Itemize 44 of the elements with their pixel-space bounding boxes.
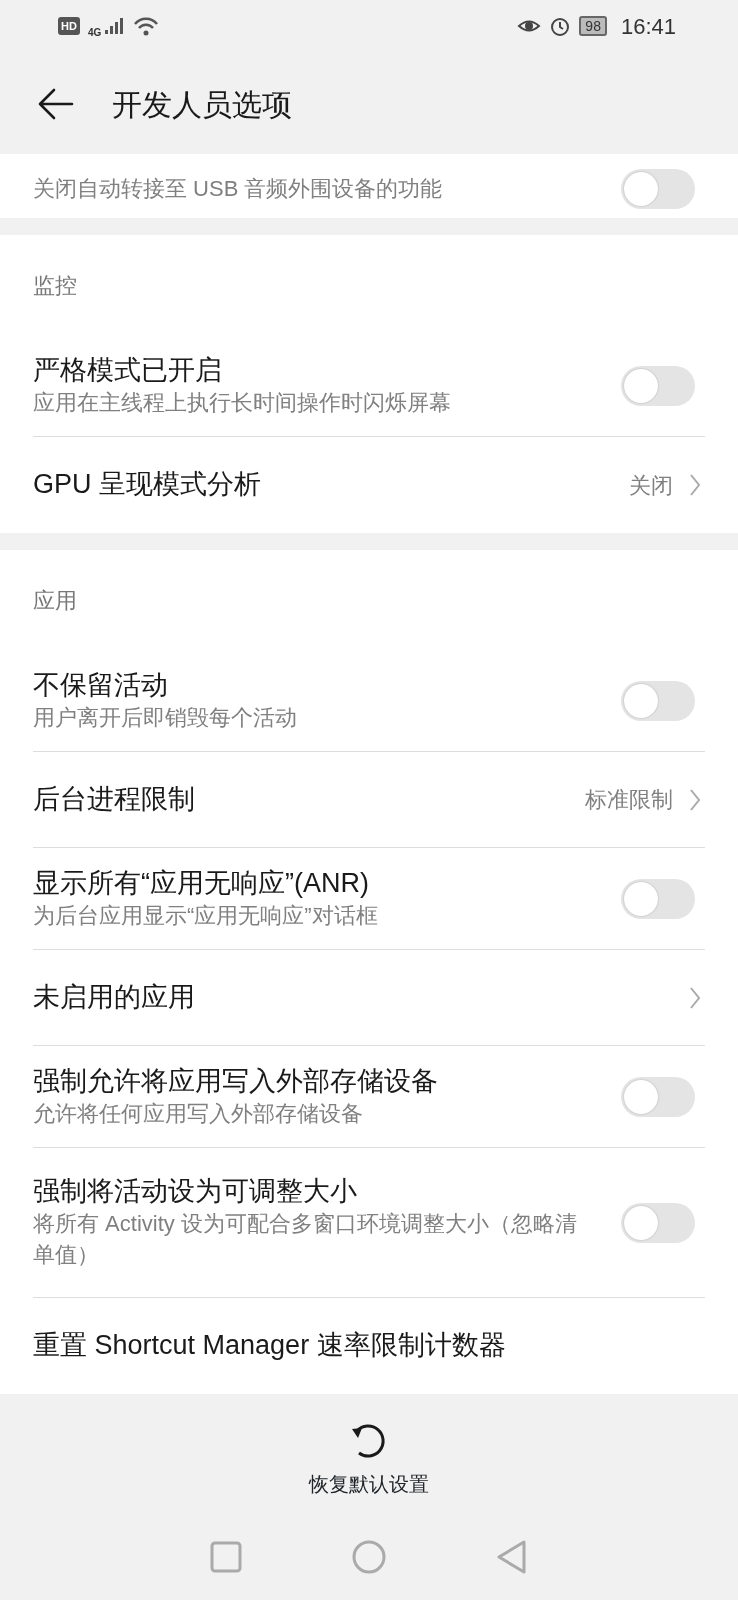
recents-square-icon[interactable] bbox=[210, 1541, 242, 1573]
setting-title: 强制允许将应用写入外部存储设备 bbox=[33, 1064, 439, 1098]
setting-title: GPU 呈现模式分析 bbox=[33, 468, 262, 502]
setting-description: 为后台应用显示“应用无响应”对话框 bbox=[33, 901, 379, 930]
alarm-clock-icon bbox=[549, 15, 572, 37]
setting-title: 强制将活动设为可调整大小 bbox=[33, 1175, 358, 1209]
chevron-right-icon bbox=[689, 985, 701, 1010]
wifi-icon bbox=[133, 16, 160, 36]
clock-time: 16:41 bbox=[620, 12, 676, 41]
setting-description: 将所有 Activity 设为可配合多窗口环境调整大小（忽略清单值） bbox=[33, 1210, 578, 1270]
setting-title: 未启用的应用 bbox=[33, 980, 196, 1014]
setting-title: 严格模式已开启 bbox=[33, 353, 223, 387]
chevron-right-icon bbox=[689, 787, 701, 812]
setting-title: 重置 Shortcut Manager 速率限制计数器 bbox=[33, 1329, 507, 1363]
toggle-switch[interactable] bbox=[621, 878, 695, 919]
toggle-switch[interactable] bbox=[621, 169, 695, 209]
battery-indicator: 98 bbox=[579, 16, 607, 36]
setting-description: 允许将任何应用写入外部存储设备 bbox=[33, 1099, 364, 1128]
setting-description: 关闭自动转接至 USB 音频外围设备的功能 bbox=[33, 174, 444, 203]
back-arrow-icon[interactable] bbox=[36, 86, 74, 122]
setting-title: 显示所有“应用无响应”(ANR) bbox=[33, 866, 370, 900]
toggle-switch[interactable] bbox=[621, 680, 695, 721]
setting-value: 标准限制 bbox=[585, 786, 673, 814]
toggle-switch[interactable] bbox=[621, 1202, 695, 1243]
network-label: 4G bbox=[87, 25, 102, 40]
chevron-right-icon bbox=[689, 473, 701, 497]
home-circle-icon[interactable] bbox=[352, 1540, 386, 1574]
section-heading: 应用 bbox=[32, 586, 78, 615]
toggle-switch[interactable] bbox=[621, 365, 695, 406]
setting-title: 不保留活动 bbox=[33, 668, 169, 702]
setting-title: 后台进程限制 bbox=[33, 782, 196, 816]
section-heading: 监控 bbox=[32, 271, 78, 300]
setting-value: 关闭 bbox=[629, 471, 673, 500]
settings-row[interactable]: 后台进程限制 标准限制 bbox=[33, 752, 705, 848]
restore-defaults-button[interactable]: 恢复默认设置 bbox=[309, 1419, 429, 1499]
settings-row[interactable]: 未启用的应用 bbox=[33, 950, 705, 1046]
setting-description: 用户离开后即销毁每个活动 bbox=[33, 703, 298, 732]
back-triangle-icon[interactable] bbox=[496, 1540, 528, 1574]
hd-badge: HD bbox=[58, 16, 80, 36]
screen-title: 开发人员选项 bbox=[112, 86, 292, 123]
toggle-switch[interactable] bbox=[621, 1076, 695, 1117]
signal-icon bbox=[103, 16, 126, 36]
setting-description: 应用在主线程上执行长时间操作时闪烁屏幕 bbox=[33, 388, 452, 417]
settings-row[interactable]: GPU 呈现模式分析 关闭 bbox=[33, 437, 705, 533]
